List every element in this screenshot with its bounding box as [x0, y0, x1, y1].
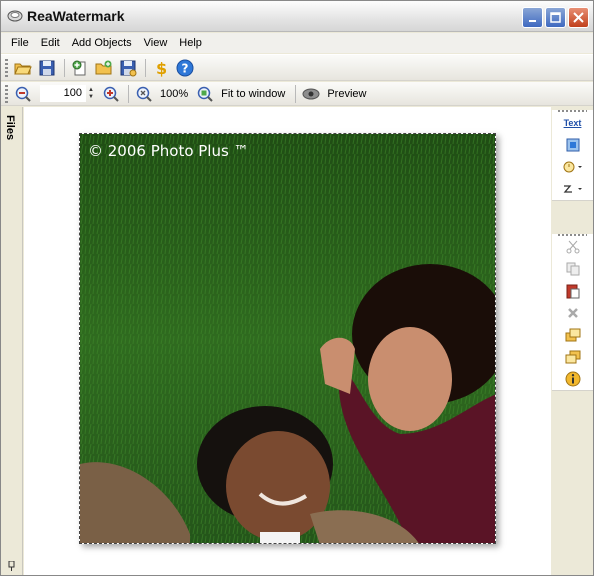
- cut-button[interactable]: [552, 236, 593, 258]
- add-files-icon: [72, 60, 86, 75]
- save-icon: [39, 60, 55, 75]
- save-as-icon: [120, 60, 137, 76]
- edit-section: [552, 234, 593, 391]
- svg-text:$: $: [156, 59, 167, 77]
- window-title: ReaWatermark: [27, 8, 125, 24]
- bring-front-button[interactable]: [552, 324, 593, 346]
- menu-file[interactable]: File: [5, 37, 35, 49]
- send-back-button[interactable]: [552, 346, 593, 368]
- zoom-100-label[interactable]: 100%: [160, 88, 188, 100]
- shape-icon: [563, 161, 582, 173]
- zoom-out-button[interactable]: [12, 83, 34, 105]
- menu-bar: File Edit Add Objects View Help: [1, 33, 593, 53]
- toolbar-grip[interactable]: [5, 58, 8, 77]
- main-toolbar: $ ?: [1, 54, 593, 81]
- app-logo-icon: [7, 10, 23, 22]
- help-button[interactable]: ?: [174, 57, 196, 79]
- add-files-button[interactable]: [69, 57, 91, 79]
- svg-text:?: ?: [182, 61, 189, 75]
- image-icon: [566, 138, 579, 152]
- zoom-toolbar: 100 ▲ ▼ 100% Fit to window Preview: [1, 82, 593, 106]
- delete-button[interactable]: [552, 302, 593, 324]
- app-window: ReaWatermark File Edit Add Objects View …: [0, 0, 594, 576]
- panel-spacer: [552, 201, 593, 231]
- files-panel-tab[interactable]: Files: [1, 107, 23, 575]
- watermark-text[interactable]: © 2006 Photo Plus ™: [88, 142, 249, 160]
- preview-button[interactable]: [300, 83, 322, 105]
- close-icon: [573, 12, 584, 23]
- save-button[interactable]: [36, 57, 58, 79]
- menu-add-objects[interactable]: Add Objects: [66, 37, 138, 49]
- copy-icon: [566, 262, 579, 276]
- help-icon: ?: [176, 59, 194, 76]
- toolbar-grip[interactable]: [5, 84, 8, 103]
- zoom-input[interactable]: 100: [40, 85, 86, 102]
- save-as-button[interactable]: [117, 57, 139, 79]
- menu-view[interactable]: View: [138, 37, 174, 49]
- maximize-icon: [550, 12, 561, 23]
- photo-scene: [80, 134, 495, 543]
- close-button[interactable]: [568, 7, 589, 28]
- fit-window-button[interactable]: [194, 83, 216, 105]
- open-folder-button[interactable]: [12, 57, 34, 79]
- menu-help[interactable]: Help: [173, 37, 208, 49]
- open-folder-icon: [14, 63, 32, 74]
- toolbar-separator: [295, 84, 297, 103]
- eye-icon: [302, 88, 320, 99]
- add-folder-icon: [95, 60, 112, 74]
- files-label[interactable]: Files: [4, 115, 16, 140]
- zoom-stepper[interactable]: ▲ ▼: [86, 85, 96, 102]
- tools-panel: Text: [552, 107, 593, 575]
- scissors-icon: [566, 240, 579, 254]
- photo-image[interactable]: © 2006 Photo Plus ™: [79, 133, 496, 544]
- objects-section: Text: [552, 110, 593, 201]
- canvas-area[interactable]: © 2006 Photo Plus ™: [24, 107, 551, 575]
- zoom-in-icon: [103, 86, 119, 102]
- toolbar-separator: [64, 58, 65, 77]
- title-bar: ReaWatermark: [1, 1, 593, 32]
- zoom-out-icon: [15, 86, 31, 102]
- dollar-icon: $: [156, 59, 167, 77]
- properties-button[interactable]: [552, 368, 593, 390]
- stepper-down-icon[interactable]: ▼: [88, 94, 94, 101]
- zigzag-icon: [563, 185, 582, 193]
- add-text-button[interactable]: Text: [552, 112, 593, 134]
- zoom-100-button[interactable]: [133, 83, 155, 105]
- fit-window-label[interactable]: Fit to window: [221, 88, 285, 100]
- preview-label[interactable]: Preview: [327, 88, 366, 100]
- register-button[interactable]: $: [150, 57, 172, 79]
- pin-icon[interactable]: [8, 561, 16, 571]
- text-label: Text: [563, 118, 582, 128]
- add-folder-button[interactable]: [93, 57, 115, 79]
- minimize-button[interactable]: [522, 7, 543, 28]
- copy-button[interactable]: [552, 258, 593, 280]
- add-image-button[interactable]: [552, 134, 593, 156]
- fit-window-icon: [197, 86, 213, 102]
- send-back-icon: [565, 350, 580, 364]
- menu-edit[interactable]: Edit: [35, 37, 66, 49]
- delete-icon: [567, 308, 578, 318]
- paste-icon: [566, 284, 579, 299]
- maximize-button[interactable]: [545, 7, 566, 28]
- stepper-up-icon[interactable]: ▲: [88, 87, 94, 94]
- actual-size-icon: [136, 86, 152, 102]
- zoom-in-button[interactable]: [100, 83, 122, 105]
- info-icon: [565, 371, 580, 387]
- paste-button[interactable]: [552, 280, 593, 302]
- toolbar-separator: [128, 84, 129, 103]
- add-effect-button[interactable]: [552, 178, 593, 200]
- bring-front-icon: [565, 328, 580, 342]
- add-shape-button[interactable]: [552, 156, 593, 178]
- toolbar-separator: [145, 58, 146, 77]
- minimize-icon: [528, 19, 536, 22]
